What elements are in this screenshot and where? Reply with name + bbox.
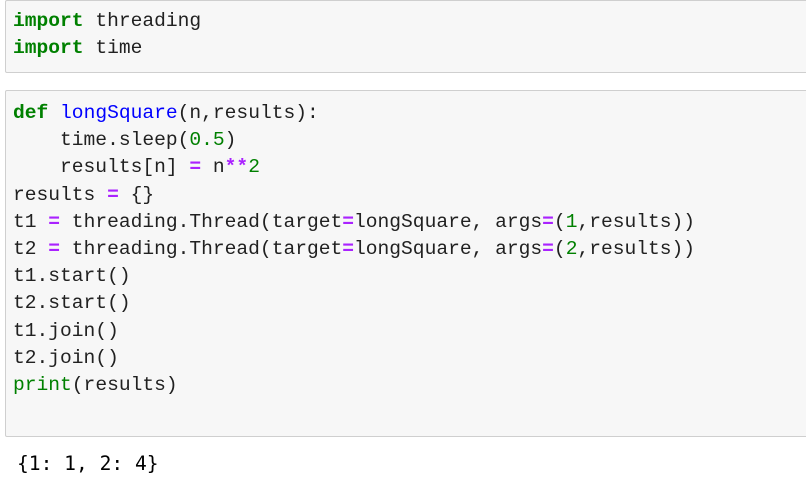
code-token: time — [83, 37, 143, 60]
code-token: t2 — [13, 237, 49, 260]
code-token: threading.Thread(target — [60, 237, 343, 260]
code-token: print — [13, 373, 72, 396]
code-token: ** — [224, 156, 249, 179]
code-token: import — [13, 10, 84, 32]
code-token: ,results)) — [577, 237, 696, 260]
code-token: longSquare — [60, 102, 178, 124]
code-token: 1 — [565, 210, 578, 233]
code-token: = — [189, 156, 202, 179]
code-line: t1.join() — [13, 318, 695, 345]
code-line: t1.start() — [13, 263, 695, 290]
code-line: t2.join() — [13, 345, 695, 372]
code-token: = — [107, 183, 119, 206]
code-line: import threading — [13, 8, 201, 35]
code-token: ( — [553, 237, 566, 260]
code-line: def longSquare(n,results): — [13, 100, 695, 127]
code-token: ( — [553, 210, 566, 233]
code-token: t2.join() — [13, 346, 119, 369]
code-token: ) — [224, 129, 237, 152]
code-token: longSquare, args — [354, 210, 543, 233]
code-line: t1 = threading.Thread(target=longSquare,… — [13, 209, 695, 236]
code-line: t2.start() — [13, 290, 695, 317]
code-line: results = {} — [13, 182, 695, 209]
code-token: longSquare, args — [354, 237, 543, 260]
code-token: def — [13, 102, 49, 124]
code-token: = — [342, 237, 355, 260]
code-token: n — [201, 156, 225, 179]
code-line: time.sleep(0.5) — [13, 127, 695, 154]
code-token: = — [48, 237, 61, 260]
code-token: (n,results): — [177, 102, 319, 124]
cell-output: {1: 1, 2: 4} — [17, 452, 159, 475]
code-line: results[n] = n**2 — [13, 154, 695, 181]
code-editor[interactable]: def longSquare(n,results): time.sleep(0.… — [13, 100, 695, 399]
code-token: threading.Thread(target — [60, 210, 343, 233]
code-line: t2 = threading.Thread(target=longSquare,… — [13, 236, 695, 263]
code-token: = — [542, 237, 554, 260]
code-token: time.sleep( — [13, 129, 190, 152]
code-token: results — [13, 183, 108, 206]
code-line: print(results) — [13, 372, 695, 399]
code-token: import — [13, 37, 84, 60]
code-token: t2.start() — [13, 292, 131, 315]
code-token: t1 — [13, 210, 49, 233]
code-token: {} — [118, 183, 155, 206]
code-token: 2 — [565, 237, 578, 260]
code-cell-threading[interactable]: def longSquare(n,results): time.sleep(0.… — [5, 90, 806, 437]
code-token: t1.join() — [13, 319, 119, 342]
code-token: threading — [83, 10, 202, 32]
code-token: results[n] — [13, 156, 190, 179]
code-line: import time — [13, 35, 201, 62]
code-cell-imports[interactable]: import threading import time — [5, 0, 806, 73]
code-token: (results) — [71, 373, 178, 396]
code-token: 2 — [248, 156, 260, 179]
code-editor[interactable]: import threading import time — [13, 8, 201, 62]
code-token: = — [48, 210, 61, 233]
code-token: t1.start() — [13, 265, 131, 288]
code-token: 0.5 — [189, 129, 225, 152]
code-token: = — [342, 210, 355, 233]
code-token: ,results)) — [577, 210, 696, 233]
code-token: = — [542, 210, 554, 233]
